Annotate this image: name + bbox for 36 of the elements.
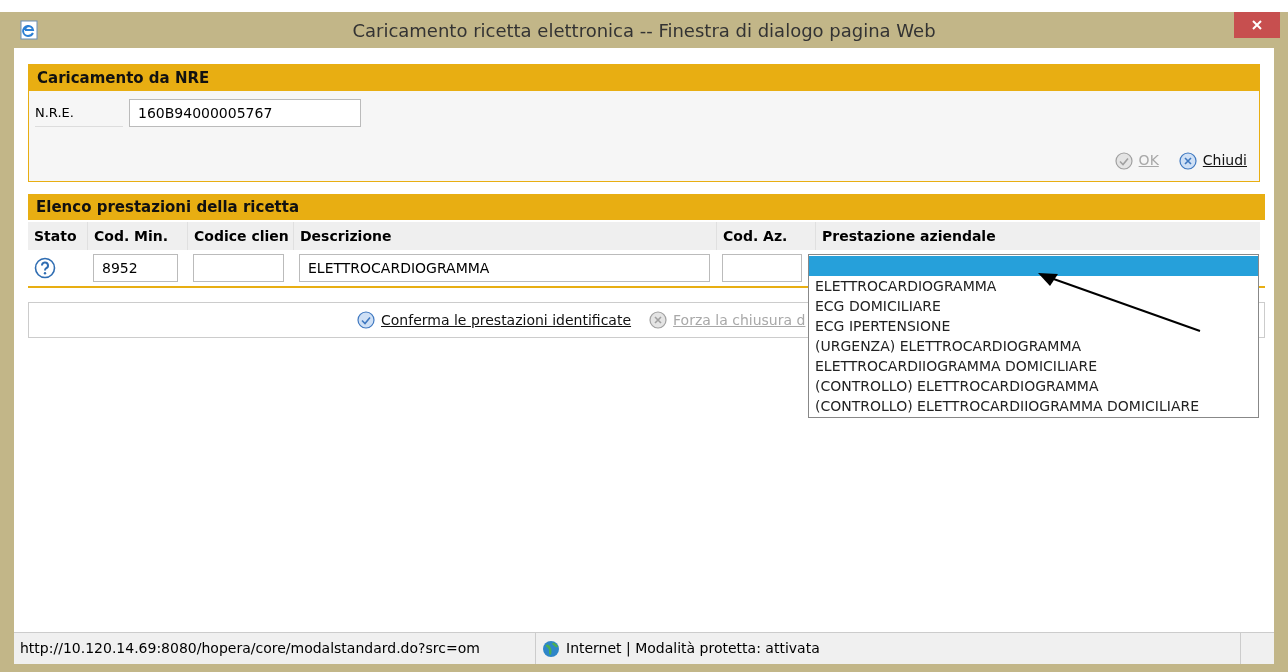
dropdown-option[interactable]: ECG IPERTENSIONE — [809, 316, 1258, 336]
browser-logo-icon — [20, 20, 38, 40]
column-header: Cod. Az. — [716, 222, 815, 250]
dropdown-option[interactable]: ELETTROCARDIOGRAMMA — [809, 276, 1258, 296]
x-circle-icon — [1178, 151, 1197, 170]
close-icon — [1251, 19, 1263, 31]
client-code-input-field[interactable] — [193, 254, 284, 282]
action-link[interactable]: Chiudi — [1202, 150, 1247, 171]
section-header: Caricamento da NRE — [29, 65, 1259, 91]
close-button[interactable] — [1234, 12, 1280, 38]
nre-input-field[interactable]: 160B94000005767 — [129, 99, 361, 127]
question-mark-icon — [34, 257, 56, 279]
column-header: Prestazione aziendale — [815, 222, 1260, 250]
action-link[interactable]: Conferma le prestazioni identificate — [381, 309, 632, 331]
dropdown-option[interactable]: (CONTROLLO) ELETTROCARDIIOGRAMMA DOMICILIARE — [809, 396, 1258, 416]
column-header: Cod. Min. — [87, 222, 187, 250]
status-zone: Internet | Modalità protetta: attivata — [566, 639, 820, 659]
status-url: http://10.120.14.69:8080/hopera/core/modalstandard.do?src=om — [14, 633, 536, 664]
field-label: N.R.E. — [35, 99, 123, 127]
dropdown-option[interactable] — [809, 256, 1258, 276]
section-header: Elenco prestazioni della ricetta — [28, 194, 1265, 220]
check-circle-icon — [1114, 151, 1133, 170]
check-circle-icon — [357, 311, 375, 329]
dropdown-option[interactable]: (CONTROLLO) ELETTROCARDIOGRAMMA — [809, 376, 1258, 396]
dropdown-option[interactable]: (URGENZA) ELETTROCARDIOGRAMMA — [809, 336, 1258, 356]
dropdown-option[interactable]: ELETTROCARDIIOGRAMMA DOMICILIARE — [809, 356, 1258, 376]
column-header: Codice clien — [187, 222, 293, 250]
column-header: Descrizione — [293, 222, 716, 250]
company-code-input-field[interactable] — [722, 254, 802, 282]
dropdown-option[interactable]: ECG DOMICILIARE — [809, 296, 1258, 316]
window-title: Caricamento ricetta elettronica -- Finestra di dialogo pagina Web — [352, 18, 936, 43]
column-header: Stato — [33, 226, 78, 246]
code-input-field[interactable]: 8952 — [93, 254, 178, 282]
description-input-field[interactable]: ELETTROCARDIOGRAMMA — [299, 254, 710, 282]
globe-icon — [542, 639, 560, 658]
x-circle-icon — [649, 311, 668, 329]
